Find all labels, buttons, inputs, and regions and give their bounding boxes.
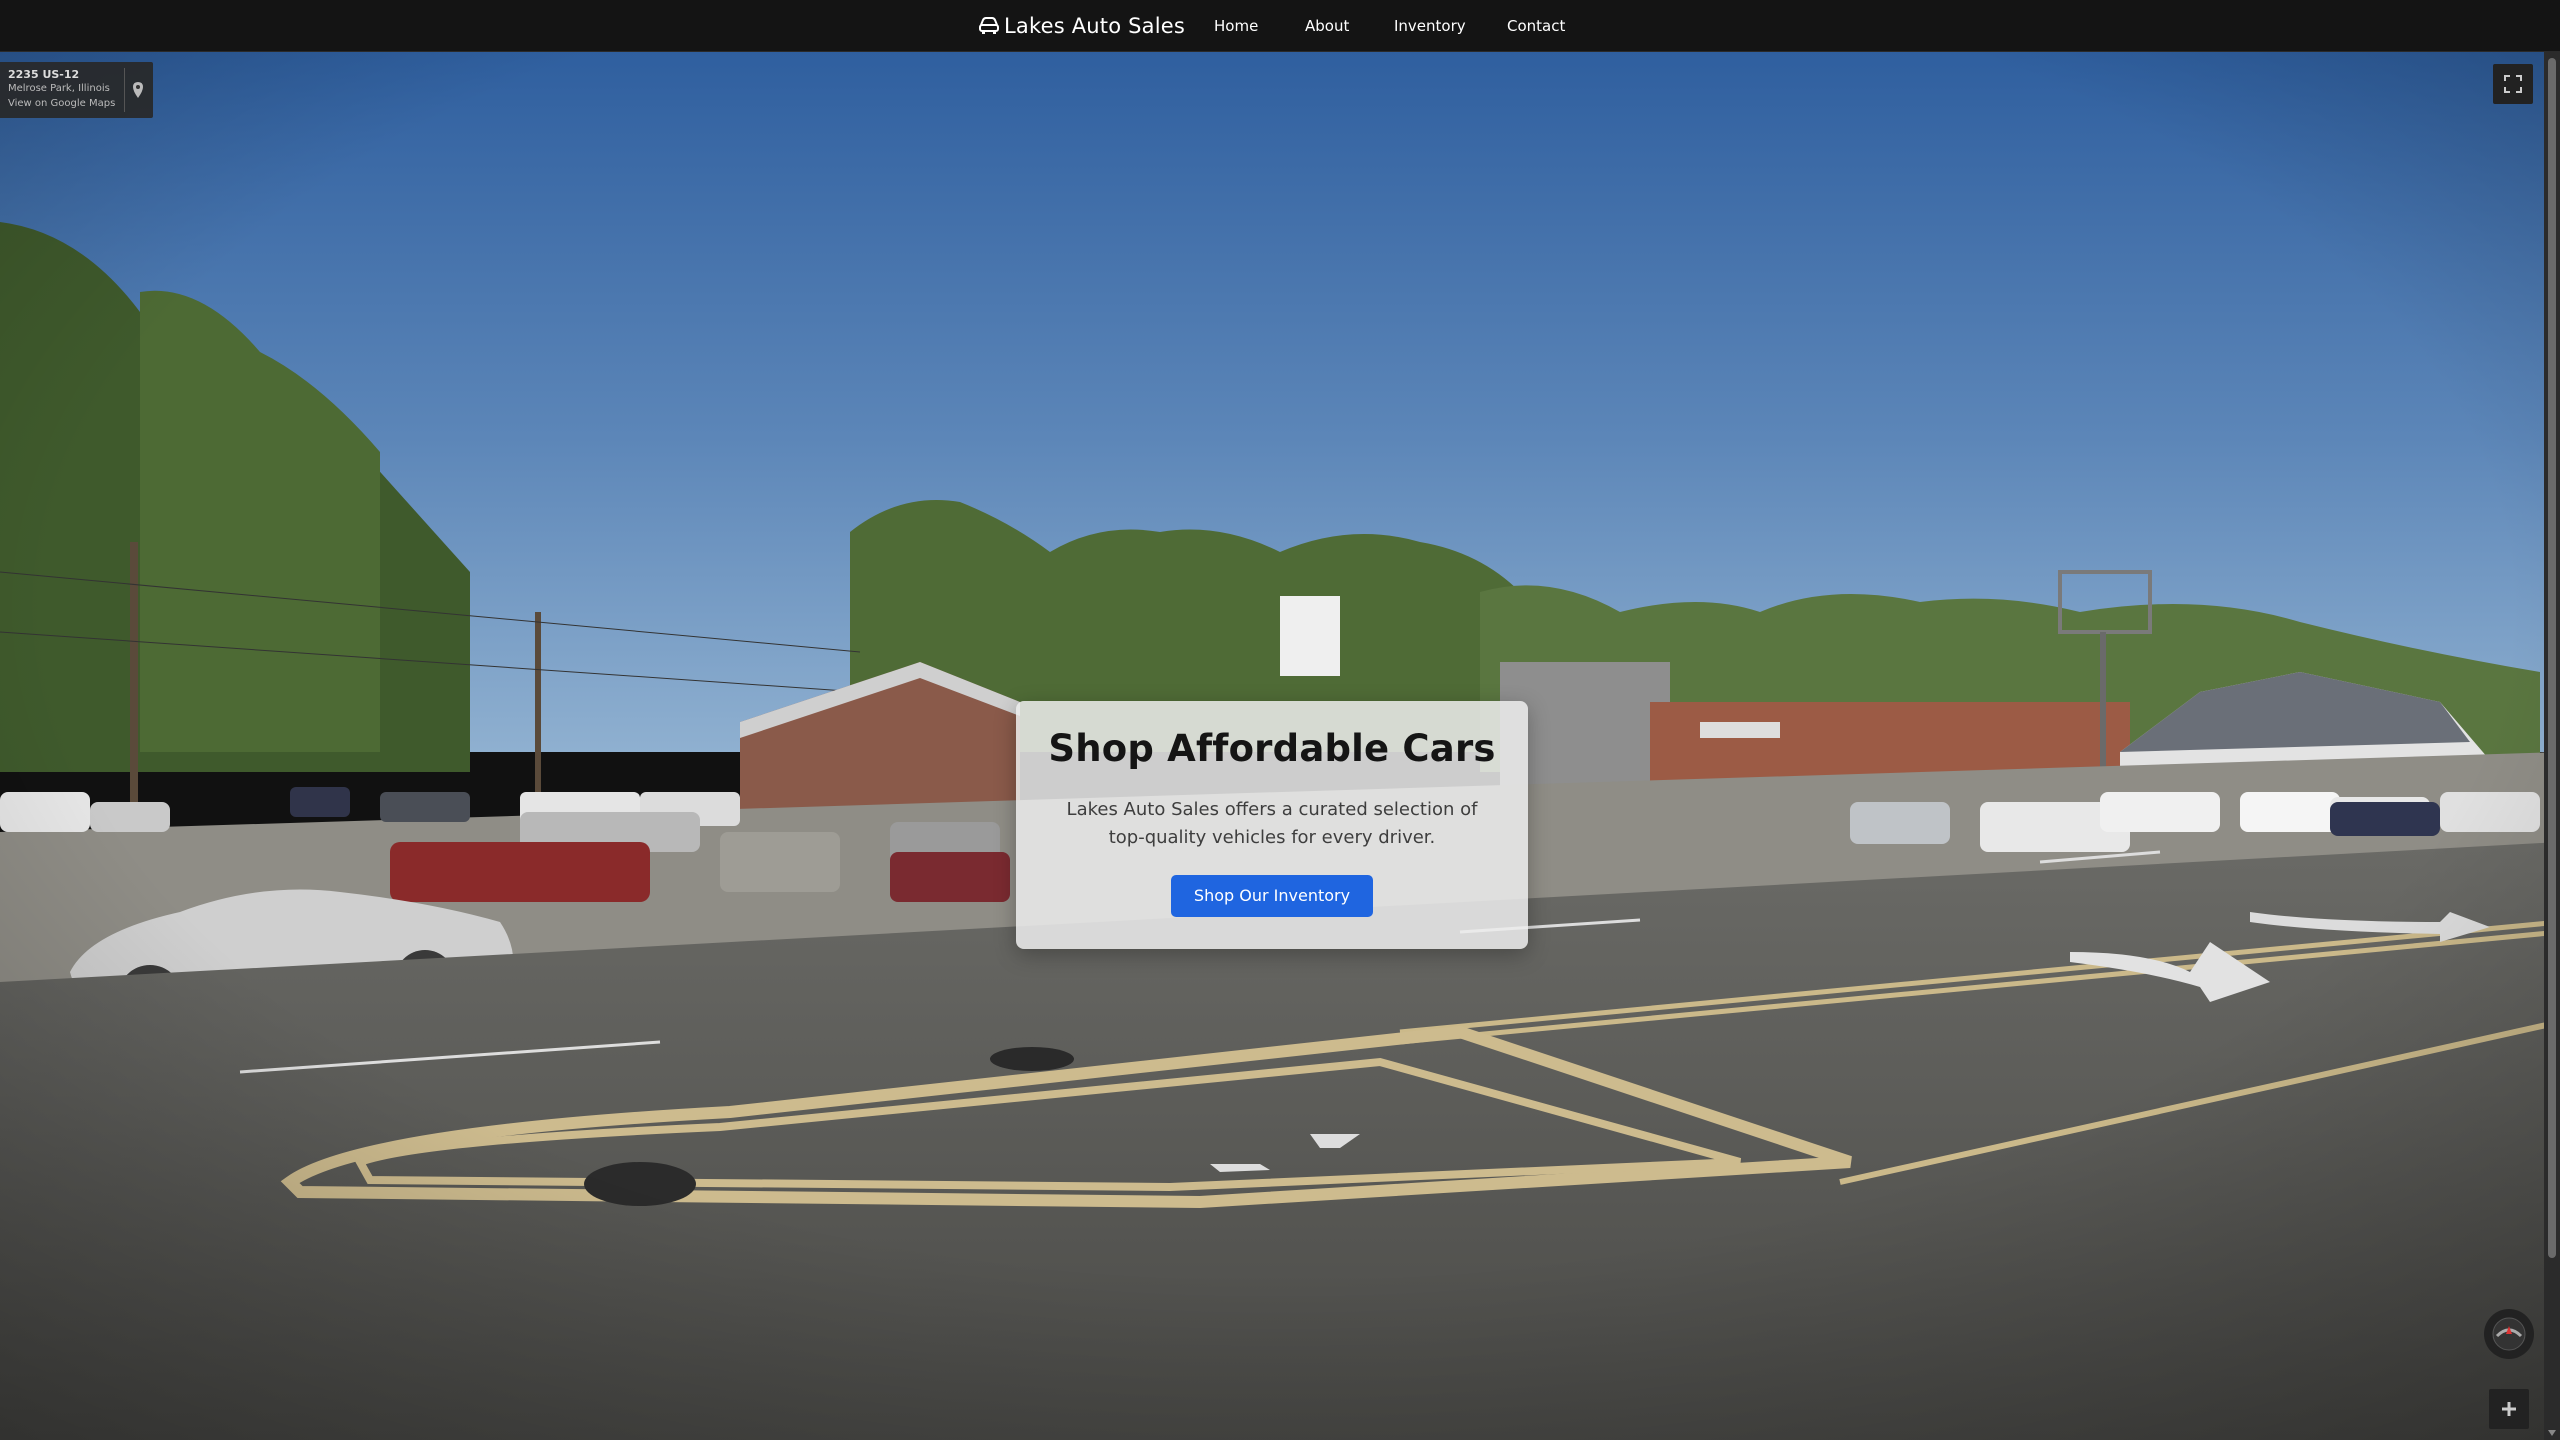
hero-description: Lakes Auto Sales offers a curated select… (1066, 799, 1478, 848)
shop-inventory-button[interactable]: Shop Our Inventory (1171, 875, 1373, 917)
zoom-in-icon (2502, 1402, 2516, 1416)
view-on-google-maps-link[interactable]: View on Google Maps (8, 98, 115, 109)
compass-icon (2492, 1317, 2526, 1351)
car-icon (979, 17, 999, 34)
hero-title: Shop Affordable Cars (1048, 727, 1496, 770)
nav-link-inventory[interactable]: Inventory (1394, 16, 1466, 36)
chip-divider (124, 68, 125, 112)
hero-card: Shop Affordable Cars Lakes Auto Sales of… (1016, 701, 1528, 949)
nav-link-home[interactable]: Home (1214, 16, 1258, 36)
street-view-map[interactable]: 2235 US-12 Melrose Park, Illinois View o… (0, 52, 2560, 1440)
page-scrollbar[interactable] (2544, 52, 2560, 1440)
compass-button[interactable] (2484, 1309, 2534, 1359)
brand-link[interactable]: Lakes Auto Sales (978, 12, 1185, 40)
fullscreen-icon (2504, 75, 2522, 93)
nav-link-contact[interactable]: Contact (1507, 16, 1565, 36)
scroll-down-arrow-icon[interactable] (2548, 1430, 2556, 1436)
top-navigation: Lakes Auto Sales Home About Inventory Co… (0, 0, 2560, 52)
brand-name: Lakes Auto Sales (1004, 14, 1186, 38)
fullscreen-button[interactable] (2493, 64, 2533, 104)
map-location-info: 2235 US-12 Melrose Park, Illinois View o… (0, 62, 153, 118)
map-pin-icon[interactable] (131, 81, 145, 99)
zoom-in-button[interactable] (2489, 1389, 2529, 1429)
map-address: 2235 US-12 (8, 68, 80, 81)
map-city: Melrose Park, Illinois (8, 83, 110, 94)
scrollbar-thumb[interactable] (2548, 58, 2556, 1258)
nav-link-about[interactable]: About (1305, 16, 1349, 36)
